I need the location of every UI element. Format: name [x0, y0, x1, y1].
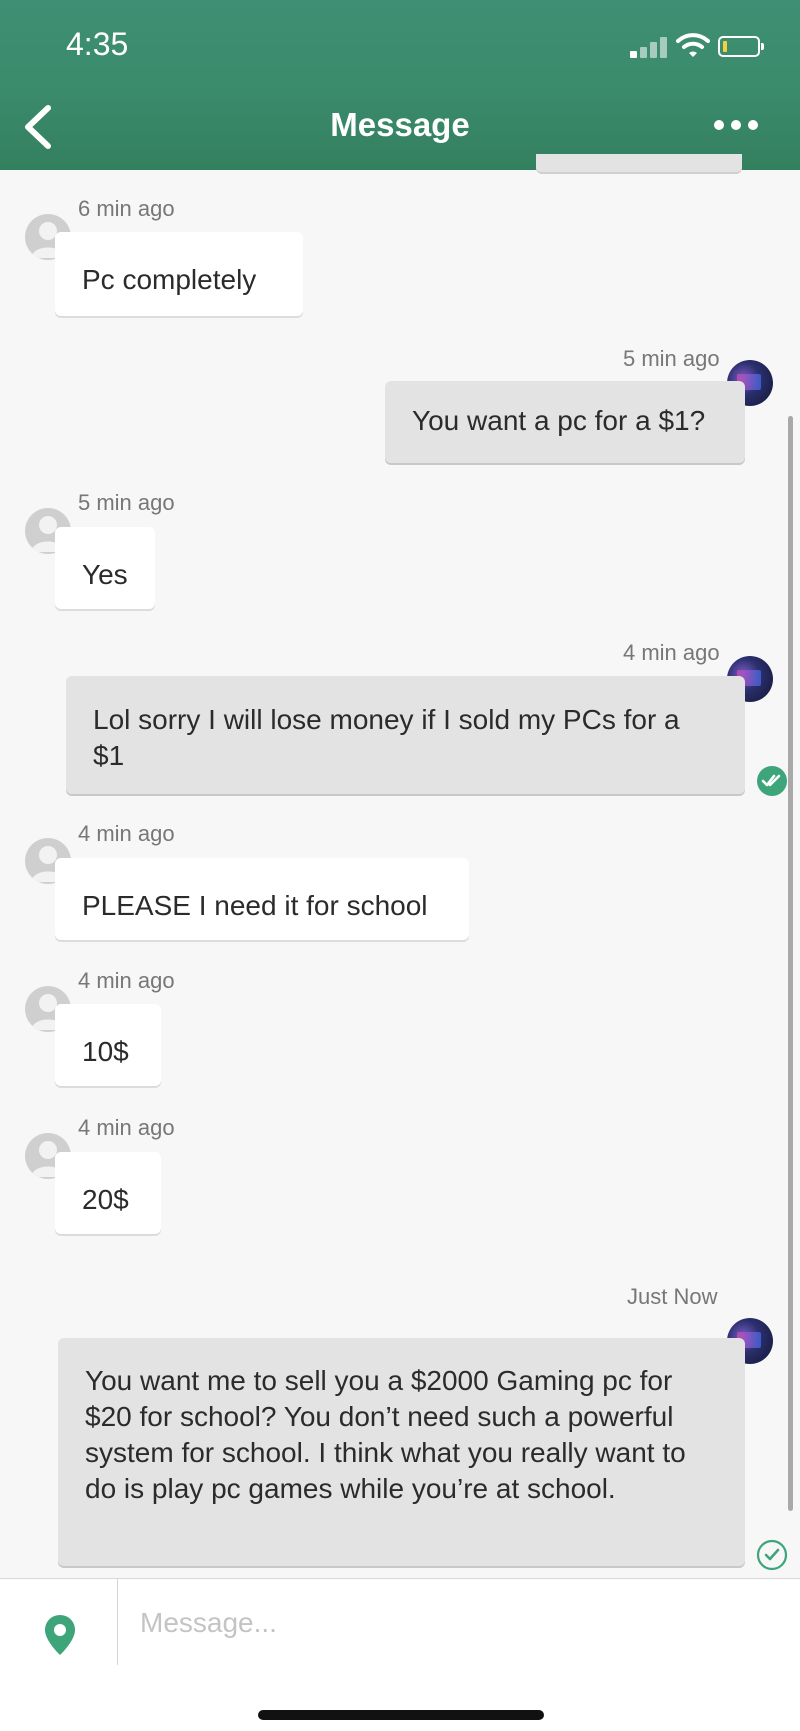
more-options-icon[interactable]: [714, 116, 764, 134]
message-text: Lol sorry I will lose money if I sold my…: [93, 704, 680, 771]
message-timestamp: 4 min ago: [78, 821, 175, 846]
signal-icon: [630, 36, 668, 58]
incoming-message-bubble[interactable]: 20$: [55, 1152, 161, 1234]
message-text: You want me to sell you a $2000 Gaming p…: [85, 1365, 686, 1504]
message-timestamp: 4 min ago: [623, 640, 720, 665]
message-timestamp: 4 min ago: [78, 968, 175, 993]
previous-message-bubble: [536, 154, 742, 174]
status-time: 4:35: [66, 26, 129, 62]
message-input[interactable]: [140, 1597, 760, 1649]
message-text: You want a pc for a $1?: [412, 405, 706, 436]
incoming-message-bubble[interactable]: Pc completely: [55, 232, 303, 316]
message-timestamp: 4 min ago: [78, 1115, 175, 1140]
incoming-message-bubble[interactable]: 10$: [55, 1004, 161, 1086]
message-timestamp: 5 min ago: [78, 490, 175, 515]
message-text: Pc completely: [82, 264, 257, 295]
page-title: Message: [330, 106, 470, 143]
scrollbar[interactable]: [788, 416, 793, 1511]
incoming-message-bubble[interactable]: PLEASE I need it for school: [55, 858, 469, 940]
outgoing-message-bubble[interactable]: Lol sorry I will lose money if I sold my…: [66, 676, 745, 794]
outgoing-message-bubble[interactable]: You want a pc for a $1?: [385, 381, 745, 463]
composer-divider: [117, 1579, 118, 1665]
location-pin-icon[interactable]: [42, 1613, 78, 1657]
message-timestamp: 5 min ago: [623, 346, 720, 371]
incoming-message-bubble[interactable]: Yes: [55, 527, 155, 609]
message-text: Yes: [82, 559, 128, 590]
message-text: 10$: [82, 1036, 129, 1067]
message-text: PLEASE I need it for school: [82, 890, 428, 921]
battery-icon: [718, 36, 764, 57]
read-receipt-icon: [757, 766, 787, 796]
message-composer: [0, 1578, 800, 1731]
delivered-check-icon: [756, 1539, 788, 1571]
message-text: 20$: [82, 1184, 129, 1215]
app-header: 4:35 Message: [0, 0, 800, 170]
message-timestamp: 6 min ago: [78, 196, 175, 221]
wifi-icon: [676, 33, 710, 57]
outgoing-message-bubble[interactable]: You want me to sell you a $2000 Gaming p…: [58, 1338, 745, 1566]
home-indicator: [258, 1710, 544, 1720]
message-timestamp: Just Now: [627, 1284, 718, 1309]
